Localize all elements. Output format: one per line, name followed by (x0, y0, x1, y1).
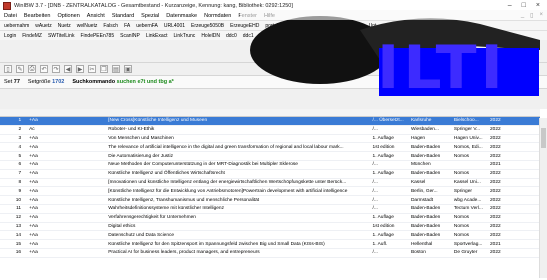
menu-datenmaske[interactable]: Datenmaske (166, 13, 197, 19)
app-icon (3, 1, 11, 10)
table-header (0, 109, 540, 117)
set-value: 77 (13, 79, 20, 85)
script-button[interactable]: Erzeuge5050B (191, 23, 224, 29)
script-button[interactable]: SWTitelLink (48, 33, 75, 39)
ilti-logo: ILTI (377, 33, 507, 103)
copy-icon[interactable]: ❐ (100, 65, 108, 73)
menu-fenster[interactable]: Fenster (238, 13, 257, 19)
table-row[interactable]: 10 +Aa Künstliche Intelligenz, Transhumani… (0, 195, 540, 205)
menu-standard[interactable]: Standard (112, 13, 134, 19)
set-label: Set (4, 79, 13, 85)
mdi-minimize-button[interactable]: _ (521, 12, 524, 19)
script-button[interactable]: HolelDN (201, 33, 220, 39)
results-table: 1 +Aa [New Cross]Künstliche Intelligenz un… (0, 109, 540, 258)
mdi-restore-button[interactable]: ▯ (530, 12, 533, 19)
menu-ansicht[interactable]: Ansicht (87, 13, 105, 19)
paste-icon[interactable]: ▤ (112, 65, 120, 73)
hits-value: 1702 (52, 79, 65, 85)
script-button[interactable]: Login (4, 33, 16, 39)
table-row[interactable]: 1 +Aa [New Cross]Künstliche Intelligenz un… (0, 116, 540, 126)
command-label: Suchkommando (72, 79, 116, 85)
script-button[interactable]: FindeNormAutoB (284, 23, 322, 29)
script-button[interactable]: uebernFA (136, 23, 158, 29)
script-button[interactable]: FA (124, 23, 130, 29)
maximize-button[interactable]: □ (522, 2, 526, 9)
table-row[interactable]: 15 +Aa Künstliche Intelligenz für den Spit… (0, 239, 540, 249)
hits-label: Setgröße (27, 79, 51, 85)
menu-optionen[interactable]: Optionen (57, 13, 79, 19)
menu-spezial[interactable]: Spezial (141, 13, 159, 19)
script-button[interactable]: ErzeugeEHD (230, 23, 259, 29)
window-title: WinIBW 3.7 - [DNB - ZENTRALKATALOG - Ges… (14, 2, 293, 9)
menu-normdaten[interactable]: Normdaten (204, 13, 231, 19)
script-button[interactable]: FindePEEn785 (80, 33, 114, 39)
command-value: suchen e7t und tbg a* (116, 79, 174, 85)
mdi-controls: _ ▯ × (521, 12, 543, 19)
image-icon[interactable]: ▣ (124, 65, 132, 73)
close-button[interactable]: × (536, 2, 540, 9)
script-button[interactable]: ddc0 (226, 33, 237, 39)
script-button[interactable]: wAuetz (35, 23, 51, 29)
new-document-icon[interactable]: ▯ (4, 65, 12, 73)
menu-bearbeiten[interactable]: Bearbeiten (24, 13, 51, 19)
cut-icon[interactable]: ✂ (88, 65, 96, 73)
table-row[interactable]: 12 +Aa Verfahrensgerechtigkeit für Unterne… (0, 213, 540, 223)
script-button[interactable]: uebernahm (4, 23, 29, 29)
table-row[interactable]: 5 +Aa Die Automatisierung der Justiz 1. Auf… (0, 151, 540, 161)
menu-hilfe[interactable]: Hilfe (264, 13, 275, 19)
forward-icon[interactable]: ▶ (76, 65, 84, 73)
menu-bar: Datei Bearbeiten Optionen Ansicht Standa… (0, 11, 547, 20)
table-row[interactable]: 9 +Aa [Künstliche Intelligenz für die Entw… (0, 186, 540, 197)
script-button[interactable]: URL4001 (164, 23, 185, 29)
results-list: 1 +Aa [New Cross]Künstliche Intelligenz un… (0, 109, 547, 280)
table-row[interactable]: 11 +Aa Wahrheitsdefinitionssysteme mit kün… (0, 204, 540, 214)
script-button[interactable]: Falsch (103, 23, 118, 29)
menu-datei[interactable]: Datei (4, 13, 17, 19)
script-button[interactable]: gemtbewertung (328, 23, 362, 29)
script-button[interactable]: LinkTrunc (174, 33, 196, 39)
title-bar: WinIBW 3.7 - [DNB - ZENTRALKATALOG - Ges… (0, 0, 547, 11)
script-button[interactable]: FindeMZ (22, 33, 42, 39)
script-toolbar-1: uebernahm wAuetz Nuetz welNuetz Falsch F… (0, 20, 547, 30)
script-button[interactable]: portal (265, 23, 278, 29)
table-row[interactable]: 6 +Aa Neue Methoden der Computerunterstütz… (0, 160, 540, 170)
table-row[interactable]: 13 +Aa Digital ethics 1st edition Baden-Bade… (0, 222, 540, 232)
script-button[interactable]: ddcNotationI (285, 33, 313, 39)
minimize-button[interactable]: – (508, 2, 512, 9)
vertical-scrollbar[interactable] (539, 118, 547, 278)
table-row[interactable]: 3 +Aa Von Menschen und Maschinen 1. Auflage… (0, 134, 540, 144)
edit-icon[interactable]: ✎ (16, 65, 24, 73)
script-button[interactable]: Nuetz (58, 23, 71, 29)
table-row[interactable]: 7 +Aa Künstliche Intelligenz und Öffentlic… (0, 169, 540, 179)
print-icon[interactable]: ⎙ (28, 65, 36, 73)
table-row[interactable]: 8 +Aa [Innovationen und künstliche Intelli… (0, 178, 540, 188)
script-button[interactable]: LinkExact (146, 33, 168, 39)
mdi-close-button[interactable]: × (539, 12, 543, 19)
table-row[interactable]: 4 +Aa The relevance of artificial intellig… (0, 142, 540, 153)
table-row[interactable]: 16 +Aa Practical AI for business leaders, … (0, 248, 540, 258)
undo-icon[interactable]: ↶ (40, 65, 48, 73)
back-icon[interactable]: ◀ (64, 65, 72, 73)
script-button[interactable]: welNuetz (77, 23, 98, 29)
table-row[interactable]: 2 Ac Roboter- und KI-Ethik/... Wiesbaden...… (0, 125, 540, 135)
redo-icon[interactable]: ↷ (52, 65, 60, 73)
scrollbar-thumb[interactable] (541, 128, 546, 148)
script-button[interactable]: ddc0nde (260, 33, 279, 39)
table-row[interactable]: 14 +Aa Datenschutz und Data Science 1. Aufl… (0, 230, 540, 241)
window-controls: – □ × (508, 2, 544, 9)
script-button[interactable]: Unt (369, 23, 377, 29)
script-button[interactable]: ddc1 (243, 33, 254, 39)
script-button[interactable]: ScanINP (120, 33, 140, 39)
